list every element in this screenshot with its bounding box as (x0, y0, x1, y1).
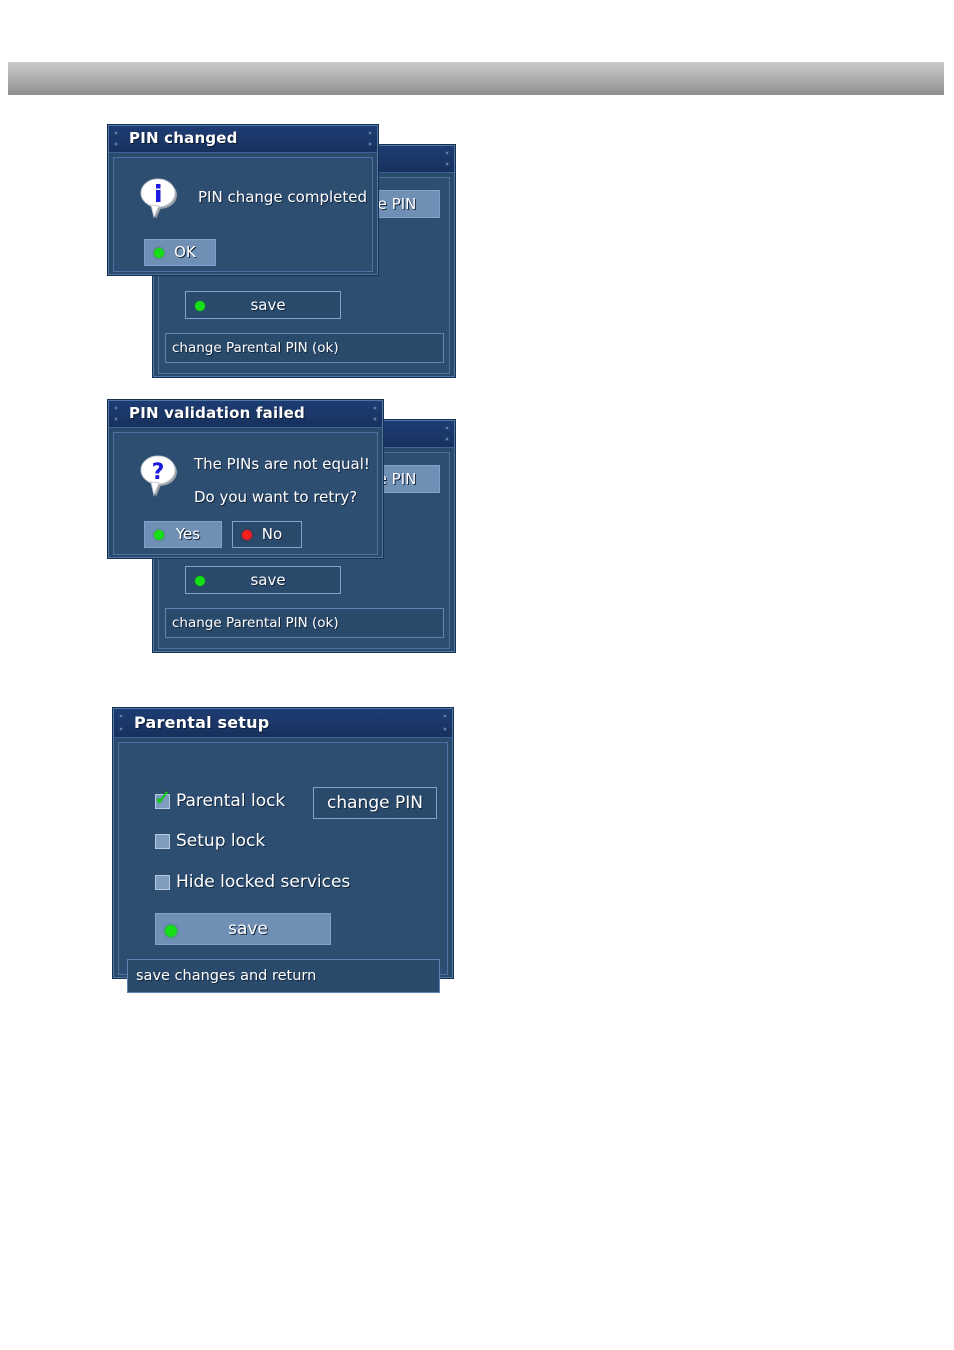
checkbox-setup-lock[interactable] (155, 833, 170, 849)
window-titlebar: Parental setup (114, 709, 452, 738)
status-hint-bar: change Parental PIN (ok) (165, 333, 444, 363)
dialog-message-line-1: The PINs are not equal! (194, 455, 370, 473)
dialog-titlebar: PIN changed (109, 126, 377, 153)
status-hint-bar: save changes and return (127, 959, 440, 993)
save-button[interactable]: save (155, 913, 331, 945)
dialog-titlebar: PIN validation failed (109, 401, 382, 428)
red-status-dot-icon (242, 530, 252, 540)
status-hint-text: change Parental PIN (ok) (172, 340, 339, 356)
no-button[interactable]: No (232, 521, 302, 548)
ok-button[interactable]: OK (144, 239, 216, 266)
screw-icon (114, 131, 118, 135)
green-status-dot-icon (154, 248, 164, 258)
status-hint-bar: change Parental PIN (ok) (165, 608, 444, 638)
save-button[interactable]: save (185, 291, 341, 319)
screw-icon (373, 406, 377, 410)
checkmark-icon: ✓ (154, 785, 172, 810)
dialog-message-line-2: Do you want to retry? (194, 488, 358, 506)
save-button[interactable]: save (185, 566, 341, 594)
window-body: ✓ Parental lock Setup lock Hide locked s… (118, 742, 448, 993)
screw-icon (114, 142, 118, 146)
checkbox-hide-locked-services[interactable] (155, 874, 170, 890)
status-hint-text: change Parental PIN (ok) (172, 615, 339, 631)
page-header-bar (8, 62, 944, 95)
checkbox-row-hide-locked-services[interactable]: Hide locked services (155, 872, 350, 892)
checkbox-label: Hide locked services (176, 872, 351, 892)
screw-icon (443, 714, 447, 718)
window-title: Parental setup (134, 713, 270, 732)
checkbox-label: Parental lock (176, 791, 286, 811)
screw-icon (445, 437, 449, 441)
checkbox-row-setup-lock[interactable]: Setup lock (155, 831, 265, 851)
checkbox-parental-lock[interactable]: ✓ (154, 787, 172, 809)
screw-icon (445, 151, 449, 155)
dialog-title: PIN changed (129, 129, 238, 147)
screw-icon (119, 714, 123, 718)
pin-validation-failed-dialog: PIN validation failed ? The PINs are not… (108, 400, 383, 558)
screw-icon (114, 406, 118, 410)
screw-icon (373, 417, 377, 421)
screw-icon (368, 142, 372, 146)
dialog-title: PIN validation failed (129, 404, 305, 422)
screw-icon (445, 162, 449, 166)
question-bubble-icon: ? (136, 453, 180, 497)
svg-text:?: ? (152, 460, 165, 485)
screw-icon (368, 131, 372, 135)
dialog-message: PIN change completed (198, 188, 368, 206)
checkbox-row-parental-lock[interactable]: ✓ Parental lock (154, 787, 286, 811)
screw-icon (443, 727, 447, 731)
green-status-dot-icon (195, 576, 205, 586)
green-status-dot-icon (195, 301, 205, 311)
change-pin-button[interactable]: change PIN (313, 787, 437, 819)
checkbox-label: Setup lock (176, 831, 266, 851)
dialog-body: ? The PINs are not equal! Do you want to… (113, 432, 378, 555)
screw-icon (119, 727, 123, 731)
green-status-dot-icon (165, 925, 177, 937)
info-bubble-icon (136, 176, 180, 220)
status-hint-text: save changes and return (136, 968, 317, 984)
screw-icon (114, 417, 118, 421)
dialog-body: PIN change completed OK (113, 157, 373, 272)
parental-setup-window: Parental setup ✓ Parental lock Setup loc… (113, 708, 453, 993)
screw-icon (445, 426, 449, 430)
green-status-dot-icon (154, 530, 164, 540)
yes-button[interactable]: Yes (144, 521, 222, 548)
pin-changed-dialog: PIN changed PIN change completed OK (108, 125, 378, 275)
